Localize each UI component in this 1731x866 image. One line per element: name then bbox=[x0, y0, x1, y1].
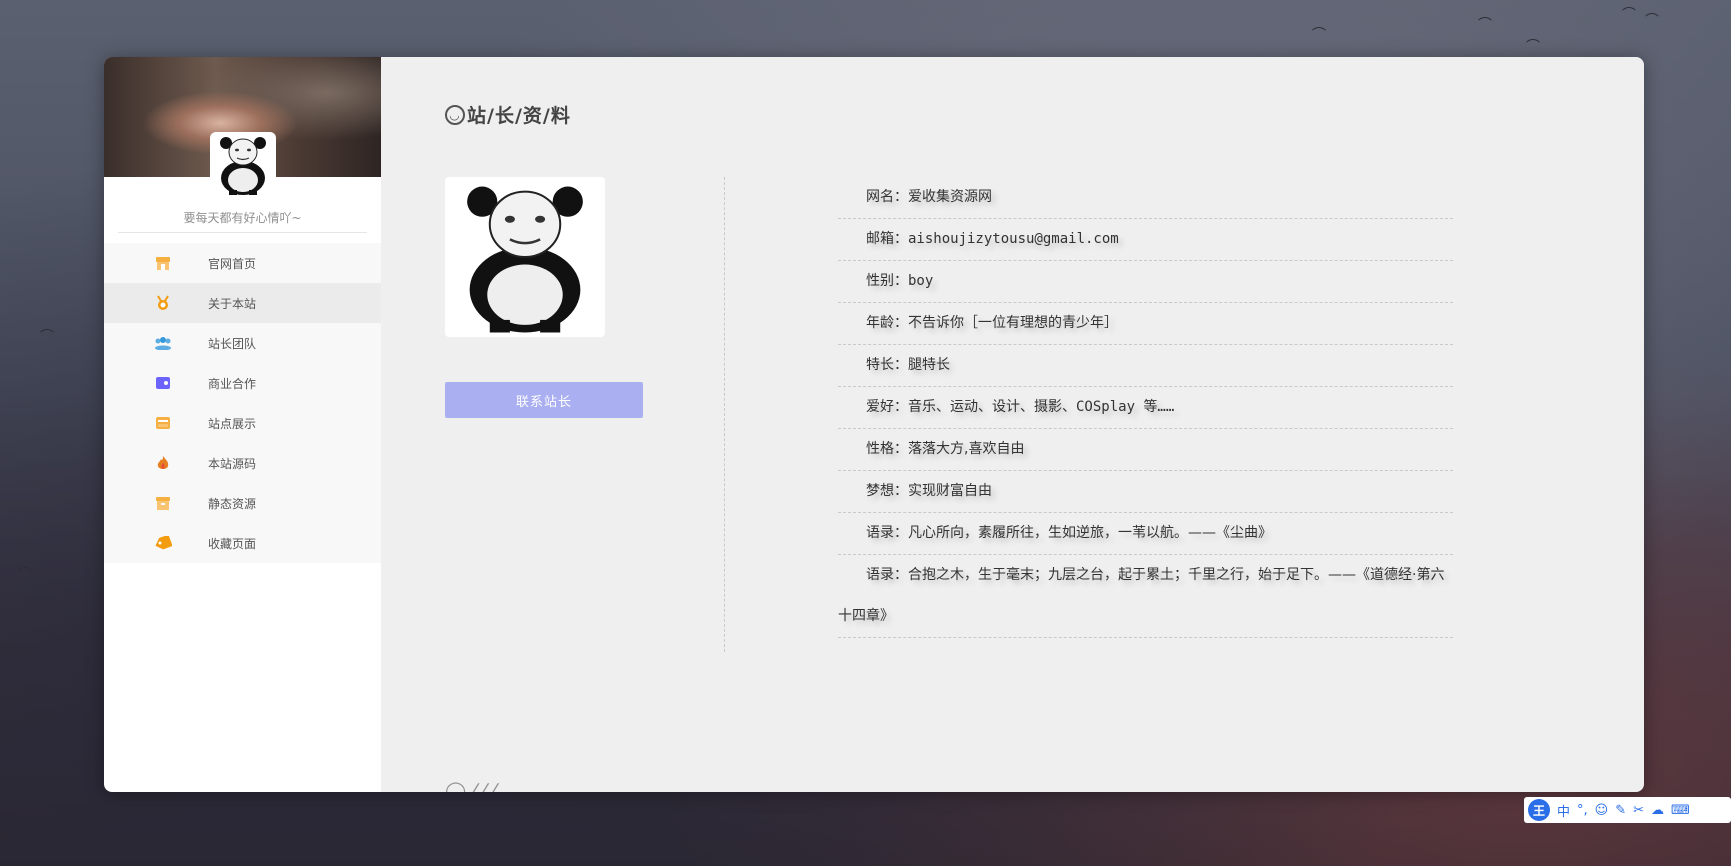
sidebar-motto: 要每天都有好心情吖~ bbox=[118, 209, 367, 233]
sidebar-item-showcase[interactable]: 站点展示 bbox=[104, 403, 381, 443]
sidebar-item-label: 收藏页面 bbox=[208, 536, 257, 551]
scissors-icon[interactable]: ✂ bbox=[1633, 803, 1644, 818]
sidebar-nav: 官网首页 关于本站 站长团队 商业合作 站点展示 本站源码 静态资源 收藏页面 bbox=[104, 243, 381, 563]
info-row-nickname: 网名：爱收集资源网 bbox=[838, 177, 1453, 219]
info-key: 网名： bbox=[866, 189, 908, 205]
info-key: 爱好： bbox=[866, 399, 908, 415]
sidebar-item-label: 站长团队 bbox=[208, 336, 257, 351]
pen-icon[interactable]: ✎ bbox=[1615, 803, 1626, 818]
info-row-gender: 性别：boy bbox=[838, 261, 1453, 303]
info-key: 年龄： bbox=[866, 315, 908, 331]
info-row-age: 年龄：不告诉你［一位有理想的青少年］ bbox=[838, 303, 1453, 345]
bird-icon: ⌒ bbox=[1478, 17, 1492, 33]
box-icon bbox=[154, 494, 172, 512]
info-key: 特长： bbox=[866, 357, 908, 373]
info-row-specialty: 特长：腿特长 bbox=[838, 345, 1453, 387]
bird-icon: ⌒ bbox=[1312, 27, 1326, 43]
main-content: ◡ 站/长/资/料 联系站长 网名：爱收集资源网 邮箱：aishoujizyto… bbox=[381, 57, 1644, 792]
sidebar-item-team[interactable]: 站长团队 bbox=[104, 323, 381, 363]
sidebar-item-static[interactable]: 静态资源 bbox=[104, 483, 381, 523]
info-value: 落落大方,喜欢自由 bbox=[908, 441, 1025, 457]
store-icon bbox=[154, 254, 172, 272]
info-row-quote-2: 语录：合抱之木，生于毫末；九层之台，起于累土；千里之行，始于足下。——《道德经·… bbox=[838, 555, 1453, 638]
medal-icon bbox=[154, 294, 172, 312]
ime-logo-icon[interactable]: 王 bbox=[1528, 799, 1550, 821]
info-key: 语录： bbox=[866, 525, 908, 541]
ime-mode-toggle[interactable]: 中 bbox=[1557, 801, 1570, 820]
vertical-divider bbox=[724, 177, 725, 652]
wallet-icon bbox=[154, 374, 172, 392]
sidebar-item-home[interactable]: 官网首页 bbox=[104, 243, 381, 283]
profile-photo bbox=[445, 177, 605, 337]
emoji-icon[interactable]: ☺ bbox=[1595, 803, 1609, 818]
info-value: 腿特长 bbox=[908, 357, 950, 373]
folder-icon bbox=[154, 414, 172, 432]
info-value: 合抱之木，生于毫末；九层之台，起于累土；千里之行，始于足下。——《道德经·第六十… bbox=[838, 567, 1445, 624]
info-key: 邮箱： bbox=[866, 231, 908, 247]
info-row-dream: 梦想：实现财富自由 bbox=[838, 471, 1453, 513]
info-row-email: 邮箱：aishoujizytousu@gmail.com bbox=[838, 219, 1453, 261]
page-title: ◡ 站/长/资/料 bbox=[445, 101, 571, 128]
info-key: 性格： bbox=[866, 441, 908, 457]
sidebar-item-label: 商业合作 bbox=[208, 376, 257, 391]
info-value: 爱收集资源网 bbox=[908, 189, 992, 205]
tag-icon bbox=[154, 534, 172, 552]
smile-icon: ◡ bbox=[445, 104, 465, 125]
contact-owner-button[interactable]: 联系站长 bbox=[445, 382, 643, 418]
keyboard-icon[interactable]: ⌨ bbox=[1671, 803, 1690, 818]
info-value: 不告诉你［一位有理想的青少年］ bbox=[908, 315, 1118, 331]
sidebar-item-label: 官网首页 bbox=[208, 256, 257, 271]
sidebar-item-label: 站点展示 bbox=[208, 416, 257, 431]
sidebar-item-label: 关于本站 bbox=[208, 296, 257, 311]
info-value: aishoujizytousu@gmail.com bbox=[908, 231, 1119, 247]
sidebar-item-label: 静态资源 bbox=[208, 496, 257, 511]
info-value: boy bbox=[908, 273, 934, 289]
info-value: 凡心所向，素履所往，生如逆旅，一苇以航。——《尘曲》 bbox=[908, 525, 1272, 541]
avatar[interactable] bbox=[210, 132, 276, 198]
info-key: 语录： bbox=[866, 567, 908, 583]
info-row-quote-1: 语录：凡心所向，素履所往，生如逆旅，一苇以航。——《尘曲》 bbox=[838, 513, 1453, 555]
panda-photo-icon bbox=[467, 186, 583, 333]
page-title-text: 站/长/资/料 bbox=[467, 105, 571, 127]
info-value: 音乐、运动、设计、摄影、COSplay 等…… bbox=[908, 399, 1175, 415]
sidebar: 要每天都有好心情吖~ 官网首页 关于本站 站长团队 商业合作 站点展示 本站源码… bbox=[104, 57, 381, 792]
info-value: 实现财富自由 bbox=[908, 483, 992, 499]
profile-info-list: 网名：爱收集资源网 邮箱：aishoujizytousu@gmail.com 性… bbox=[838, 177, 1453, 638]
bird-icon: ⌒ bbox=[1526, 39, 1540, 55]
main-card: 要每天都有好心情吖~ 官网首页 关于本站 站长团队 商业合作 站点展示 本站源码… bbox=[104, 57, 1644, 792]
bird-icon: ⌒ bbox=[18, 567, 32, 583]
flame-icon bbox=[154, 454, 172, 472]
info-key: 梦想： bbox=[866, 483, 908, 499]
bird-icon: ⌒ bbox=[40, 329, 54, 345]
next-section-title: ◯ ⁄ ⁄ ⁄ bbox=[445, 780, 496, 792]
team-icon bbox=[154, 334, 172, 352]
info-row-personality: 性格：落落大方,喜欢自由 bbox=[838, 429, 1453, 471]
bird-icon: ⌒ bbox=[1645, 13, 1659, 29]
cloud-icon[interactable]: ☁ bbox=[1651, 803, 1664, 818]
info-row-hobbies: 爱好：音乐、运动、设计、摄影、COSplay 等…… bbox=[838, 387, 1453, 429]
sidebar-item-about[interactable]: 关于本站 bbox=[104, 283, 381, 323]
sidebar-item-favorites[interactable]: 收藏页面 bbox=[104, 523, 381, 563]
punctuation-icon[interactable]: °, bbox=[1577, 803, 1588, 818]
panda-avatar-icon bbox=[220, 137, 266, 195]
ime-toolbar[interactable]: 王 中 °, ☺ ✎ ✂ ☁ ⌨ bbox=[1524, 797, 1731, 823]
sidebar-item-source[interactable]: 本站源码 bbox=[104, 443, 381, 483]
bird-icon: ⌒ bbox=[1622, 7, 1636, 23]
info-key: 性别： bbox=[866, 273, 908, 289]
sidebar-item-business[interactable]: 商业合作 bbox=[104, 363, 381, 403]
sidebar-item-label: 本站源码 bbox=[208, 456, 257, 471]
